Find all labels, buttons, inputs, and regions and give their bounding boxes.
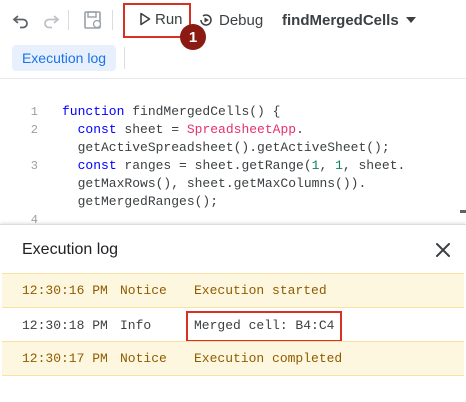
execution-log-title: Execution log — [22, 241, 119, 258]
code-line: function findMergedCells() { — [62, 104, 281, 119]
redo-icon[interactable] — [40, 9, 62, 31]
log-level: Info — [120, 318, 152, 333]
toolbar-divider — [112, 10, 113, 30]
toolbar-divider — [124, 47, 125, 69]
debug-label: Debug — [219, 11, 264, 29]
log-row: 12:30:16 PM Notice Execution started — [2, 273, 464, 308]
editor-scrollbar-marker[interactable] — [460, 210, 466, 213]
code-line: getMaxRows(), sheet.getMaxColumns()). — [62, 176, 367, 191]
execution-log-panel: Execution log 12:30:16 PM Notice Executi… — [0, 224, 466, 402]
line-number: 2 — [30, 123, 38, 137]
function-selector-value: findMergedCells — [282, 11, 399, 29]
code-line: const sheet = SpreadsheetApp. — [77, 122, 304, 137]
debug-button[interactable]: Debug — [198, 8, 263, 32]
log-message-highlight — [186, 311, 342, 342]
log-message: Execution completed — [194, 351, 343, 366]
toolbar-bottom-border — [0, 78, 466, 79]
step-number-badge: 1 — [180, 24, 206, 50]
code-line: getMergedRanges(); — [62, 194, 219, 209]
code-editor[interactable]: 1 2 3 4 function findMergedCells() { con… — [0, 96, 466, 224]
log-time: 12:30:16 PM — [22, 283, 108, 298]
save-to-drive-icon[interactable] — [82, 9, 104, 31]
log-level: Notice — [120, 351, 167, 366]
close-icon[interactable] — [432, 239, 454, 261]
log-message: Execution started — [194, 283, 327, 298]
toolbar: Run Debug findMergedCells — [0, 0, 466, 40]
log-row: 12:30:18 PM Info Merged cell: B4:C4 — [2, 309, 464, 342]
line-number: 3 — [30, 159, 38, 173]
log-level: Notice — [120, 283, 167, 298]
code-line: const ranges = sheet.getRange(1, 1, shee… — [77, 158, 406, 173]
log-time: 12:30:17 PM — [22, 351, 108, 366]
undo-icon[interactable] — [10, 9, 32, 31]
caret-down-icon — [405, 16, 417, 24]
code-line: getActiveSpreadsheet().getActiveSheet(); — [62, 140, 390, 155]
line-number: 4 — [30, 213, 38, 224]
toolbar-divider — [68, 10, 69, 30]
function-selector[interactable]: findMergedCells — [282, 8, 417, 32]
log-time: 12:30:18 PM — [22, 318, 108, 333]
log-row: 12:30:17 PM Notice Execution completed — [2, 341, 464, 376]
line-number: 1 — [30, 105, 38, 119]
execution-log-toggle[interactable]: Execution log — [12, 45, 116, 71]
